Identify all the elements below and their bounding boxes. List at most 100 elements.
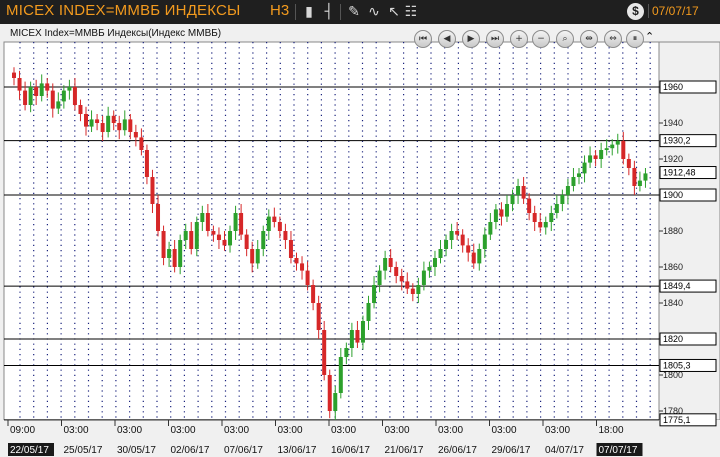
- x-time-label: 03:00: [331, 425, 356, 436]
- candle-body: [372, 285, 377, 303]
- price-chart[interactable]: 1780180018201840186018801900192019401960…: [0, 24, 720, 457]
- forward-icon[interactable]: ▶: [462, 30, 480, 48]
- candle-body: [532, 213, 537, 222]
- candle-body: [122, 119, 127, 131]
- instrument-title[interactable]: MICEX INDEX=ММВБ ИНДЕКСЫ: [6, 2, 241, 19]
- candle-body: [228, 231, 233, 246]
- candle-body: [128, 119, 133, 132]
- candle-body: [327, 375, 332, 411]
- candle-body: [488, 222, 493, 235]
- cursor-icon[interactable]: ↖: [385, 3, 403, 21]
- collapse-icon[interactable]: ⌃: [645, 30, 654, 43]
- candle-body: [178, 240, 183, 267]
- candle-body: [111, 115, 116, 123]
- first-icon[interactable]: ⏮: [414, 30, 432, 48]
- x-time-label: 03:00: [224, 425, 249, 436]
- candle-body: [626, 159, 631, 168]
- candle-body: [117, 123, 122, 131]
- candle-body: [499, 209, 504, 217]
- x-time-label: 03:00: [278, 425, 303, 436]
- autoscroll-icon[interactable]: ⏸: [626, 30, 644, 48]
- top-toolbar: MICEX INDEX=ММВБ ИНДЕКСЫ H3 ▮ ┤ ✎ ∿ ↖ ☷ …: [0, 0, 720, 24]
- timeframe-label[interactable]: H3: [270, 2, 289, 19]
- x-time-label: 03:00: [438, 425, 463, 436]
- y-tick-label: 1940: [663, 118, 683, 128]
- candle-body: [615, 141, 620, 145]
- settings-icon[interactable]: ☷: [402, 3, 420, 21]
- candle-body: [604, 148, 609, 150]
- candle-body: [388, 258, 393, 267]
- candle-body: [133, 132, 138, 138]
- candle-body: [316, 303, 321, 330]
- x-date-label: 04/07/17: [545, 445, 584, 456]
- candle-body: [283, 231, 288, 240]
- x-date-label: 07/06/17: [224, 445, 263, 456]
- candle-body: [432, 258, 437, 267]
- x-time-label: 03:00: [385, 425, 410, 436]
- candle-body: [239, 213, 244, 235]
- candle-body: [632, 168, 637, 186]
- zoom-area-icon[interactable]: ⌕: [556, 30, 574, 48]
- candle-body: [394, 267, 399, 276]
- candle-body: [67, 87, 72, 91]
- candle-body: [78, 105, 83, 114]
- candle-body: [504, 204, 509, 217]
- dollar-icon[interactable]: $: [627, 3, 644, 20]
- candle-body: [466, 245, 471, 253]
- candle-body: [272, 216, 277, 222]
- candle-body: [593, 155, 598, 159]
- candle-body: [72, 87, 77, 105]
- x-date-label: 21/06/17: [385, 445, 424, 456]
- candle-body: [222, 240, 227, 246]
- candle-body: [167, 249, 172, 258]
- bar-chart-icon[interactable]: ┤: [320, 3, 338, 21]
- x-time-label: 03:00: [171, 425, 196, 436]
- candle-body: [12, 72, 16, 78]
- candle-body: [510, 195, 515, 204]
- pencil-icon[interactable]: ✎: [345, 3, 363, 21]
- candle-body: [311, 285, 316, 303]
- candle-body: [45, 83, 50, 91]
- candle-body: [493, 209, 498, 222]
- zoom-out-icon[interactable]: −: [532, 30, 550, 48]
- x-date-label: 25/05/17: [64, 445, 103, 456]
- chart-name: MICEX Index=ММВБ Индексы(Индекс ММВБ): [10, 28, 222, 39]
- candle-body: [549, 213, 554, 222]
- candle-body: [17, 78, 22, 91]
- price-label: 1805,3: [663, 360, 691, 370]
- x-date-label: 07/07/17: [599, 445, 638, 456]
- candle-body: [34, 87, 39, 96]
- zoom-in-icon[interactable]: +: [510, 30, 528, 48]
- candle-body: [438, 249, 443, 258]
- candle-body: [610, 144, 615, 149]
- candle-body: [621, 141, 626, 159]
- compress-icon[interactable]: ⇹: [580, 30, 598, 48]
- candle-body: [244, 234, 249, 249]
- y-tick-label: 1840: [663, 298, 683, 308]
- candle-body: [477, 249, 482, 264]
- price-label: 1820: [663, 334, 683, 344]
- candle-body: [250, 249, 255, 264]
- expand-icon[interactable]: ⇔: [604, 30, 622, 48]
- indicator-icon[interactable]: ∿: [365, 3, 383, 21]
- back-icon[interactable]: ◀: [438, 30, 456, 48]
- candle-body: [571, 177, 576, 186]
- candle-body: [427, 267, 432, 271]
- candle-body: [84, 114, 89, 127]
- candle-body: [333, 393, 338, 411]
- candle-body: [95, 119, 100, 123]
- candle-body: [349, 330, 354, 348]
- last-icon[interactable]: ⏭: [486, 30, 504, 48]
- candle-body: [449, 231, 454, 240]
- price-label: 1930,2: [663, 136, 691, 146]
- candle-body: [216, 234, 221, 240]
- y-tick-label: 1920: [663, 154, 683, 164]
- candlestick-icon[interactable]: ▮: [300, 3, 318, 21]
- y-tick-label: 1860: [663, 262, 683, 272]
- price-label: 1849,4: [663, 281, 691, 291]
- candle-body: [410, 288, 415, 294]
- candle-body: [156, 204, 161, 231]
- x-date-label: 13/06/17: [278, 445, 317, 456]
- candle-body: [28, 87, 33, 105]
- candle-body: [161, 231, 166, 258]
